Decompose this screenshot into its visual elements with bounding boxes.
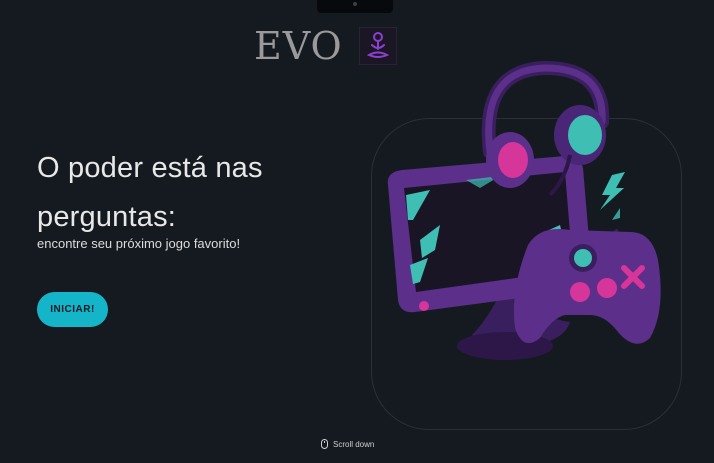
start-button[interactable]: INICIAR!: [37, 292, 108, 327]
hero-title: O poder está nas perguntas:: [37, 152, 263, 233]
gaming-setup-illustration: [387, 60, 661, 360]
mouse-icon: [321, 439, 328, 449]
controller-stick-right: [597, 278, 617, 298]
logo-text: EVO: [254, 24, 343, 68]
scroll-down-label: Scroll down: [333, 439, 375, 449]
monitor-power-led: [419, 301, 429, 311]
controller-dpad: [570, 282, 590, 302]
camera-dot: [353, 2, 357, 6]
lightning-bolt-1: [600, 172, 625, 210]
camera-notch: [317, 0, 393, 13]
hero-subtitle: encontre seu próximo jogo favorito!: [37, 236, 241, 251]
brand-logo[interactable]: EVO: [254, 24, 397, 68]
scroll-down-indicator[interactable]: Scroll down: [321, 438, 374, 450]
controller-stick-left: [574, 249, 592, 267]
